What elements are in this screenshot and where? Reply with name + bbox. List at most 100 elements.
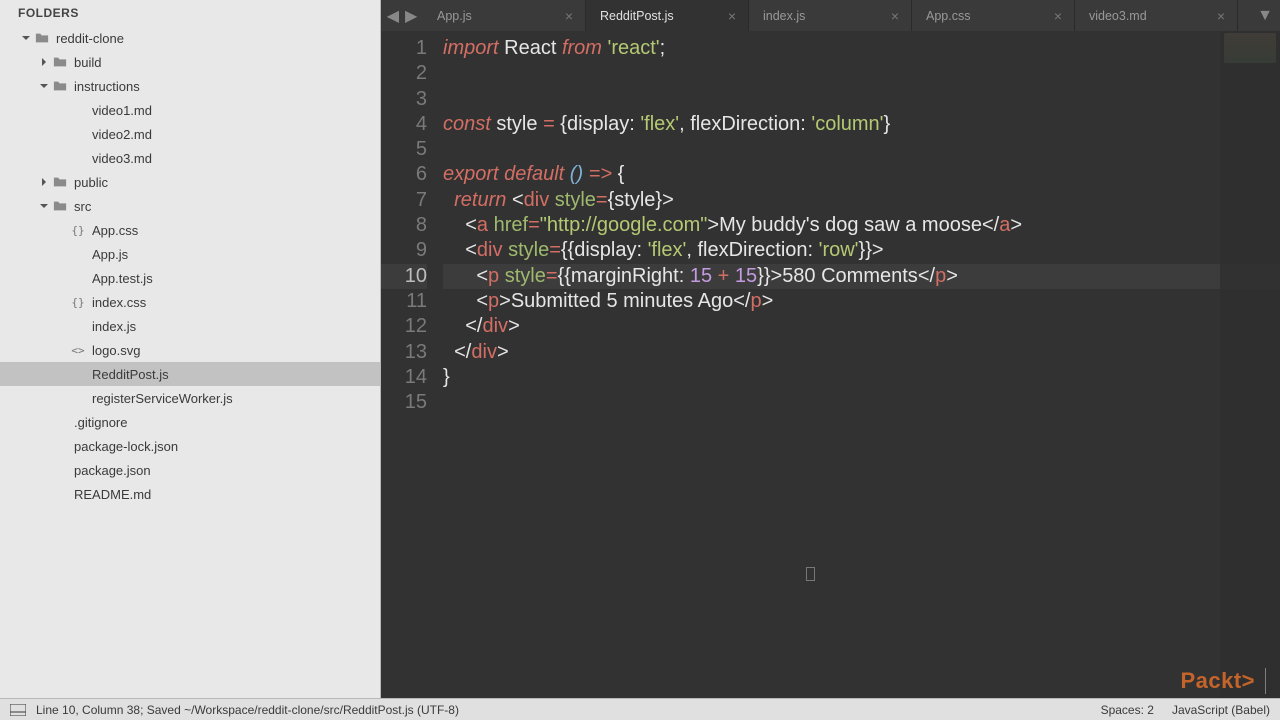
tree-item-package-json[interactable]: package.json xyxy=(0,458,380,482)
code-line[interactable]: </div> xyxy=(443,314,1280,339)
tree-item-label: reddit-clone xyxy=(56,31,124,46)
file-blank-icon xyxy=(70,390,86,406)
tree-item-label: App.js xyxy=(92,247,128,262)
tree-item-label: package-lock.json xyxy=(74,439,178,454)
tree-item-label: README.md xyxy=(74,487,151,502)
folder-icon xyxy=(52,54,68,70)
tab-history-nav: ◀ ▶ xyxy=(381,0,423,31)
line-number: 15 xyxy=(381,390,427,415)
status-language[interactable]: JavaScript (Babel) xyxy=(1172,703,1270,717)
tab-video3-md[interactable]: video3.md× xyxy=(1075,0,1238,31)
tab-redditpost-js[interactable]: RedditPost.js× xyxy=(586,0,749,31)
nav-forward-icon[interactable]: ▶ xyxy=(405,6,417,26)
arrow-spacer xyxy=(38,440,50,452)
arrow-spacer xyxy=(56,392,68,404)
close-icon[interactable]: × xyxy=(1052,8,1064,24)
line-number: 9 xyxy=(381,238,427,263)
tree-item-app-css[interactable]: {}App.css xyxy=(0,218,380,242)
tab-index-js[interactable]: index.js× xyxy=(749,0,912,31)
tree-item-video1-md[interactable]: video1.md xyxy=(0,98,380,122)
status-spaces[interactable]: Spaces: 2 xyxy=(1101,703,1154,717)
tree-item-label: video1.md xyxy=(92,103,152,118)
tree-item-logo-svg[interactable]: <>logo.svg xyxy=(0,338,380,362)
tree-item-registerserviceworker-js[interactable]: registerServiceWorker.js xyxy=(0,386,380,410)
file-blank-icon xyxy=(70,318,86,334)
tree-item-package-lock-json[interactable]: package-lock.json xyxy=(0,434,380,458)
tree-item-video2-md[interactable]: video2.md xyxy=(0,122,380,146)
code-line[interactable]: <p>Submitted 5 minutes Ago</p> xyxy=(443,289,1280,314)
code-line[interactable]: <div style={{display: 'flex', flexDirect… xyxy=(443,238,1280,263)
tab-app-js[interactable]: App.js× xyxy=(423,0,586,31)
line-number: 5 xyxy=(381,137,427,162)
tree-item-build[interactable]: build xyxy=(0,50,380,74)
tree-item-label: instructions xyxy=(74,79,140,94)
code-line[interactable]: import React from 'react'; xyxy=(443,36,1280,61)
code-line[interactable]: </div> xyxy=(443,340,1280,365)
tree-item-label: video3.md xyxy=(92,151,152,166)
close-icon[interactable]: × xyxy=(563,8,575,24)
tree-item-app-test-js[interactable]: App.test.js xyxy=(0,266,380,290)
tab-bar: ◀ ▶ App.js×RedditPost.js×index.js×App.cs… xyxy=(381,0,1280,31)
disclosure-down-icon[interactable] xyxy=(38,200,50,212)
disclosure-right-icon[interactable] xyxy=(38,56,50,68)
tree-item--gitignore[interactable]: .gitignore xyxy=(0,410,380,434)
arrow-spacer xyxy=(38,416,50,428)
tree-item-label: App.css xyxy=(92,223,138,238)
nav-back-icon[interactable]: ◀ xyxy=(387,6,399,26)
line-number: 3 xyxy=(381,87,427,112)
panel-icon[interactable] xyxy=(10,704,26,716)
close-icon[interactable]: × xyxy=(726,8,738,24)
disclosure-right-icon[interactable] xyxy=(38,176,50,188)
tab-overflow-icon[interactable]: ▼ xyxy=(1250,0,1280,31)
tab-label: App.css xyxy=(926,9,970,23)
tree-item-instructions[interactable]: instructions xyxy=(0,74,380,98)
tree-item-redditpost-js[interactable]: RedditPost.js xyxy=(0,362,380,386)
arrow-spacer xyxy=(56,320,68,332)
file-blank-icon xyxy=(70,102,86,118)
code-line[interactable]: <a href="http://google.com">My buddy's d… xyxy=(443,213,1280,238)
code-line[interactable]: export default () => { xyxy=(443,162,1280,187)
tab-app-css[interactable]: App.css × xyxy=(912,0,1075,31)
line-number: 12 xyxy=(381,314,427,339)
code-area[interactable]: 123456789101112131415 import React from … xyxy=(381,31,1280,698)
file-blank-icon xyxy=(52,486,68,502)
close-icon[interactable]: × xyxy=(889,8,901,24)
line-number: 14 xyxy=(381,365,427,390)
arrow-spacer xyxy=(56,128,68,140)
file-tree[interactable]: reddit-clone build instructions video1.md vi… xyxy=(0,26,380,698)
folder-icon xyxy=(52,78,68,94)
tree-item-readme-md[interactable]: README.md xyxy=(0,482,380,506)
line-number: 7 xyxy=(381,188,427,213)
line-number: 13 xyxy=(381,340,427,365)
arrow-spacer xyxy=(56,272,68,284)
file-blank-icon xyxy=(70,150,86,166)
close-icon[interactable]: × xyxy=(1215,8,1227,24)
code-line[interactable] xyxy=(443,61,1280,86)
code-line[interactable]: <p style={{marginRight: 15 + 15}}>580 Co… xyxy=(443,264,1280,289)
minimap[interactable] xyxy=(1220,31,1280,698)
arrow-spacer xyxy=(56,248,68,260)
code-line[interactable] xyxy=(443,137,1280,162)
arrow-spacer xyxy=(56,152,68,164)
tree-item-video3-md[interactable]: video3.md xyxy=(0,146,380,170)
sidebar-title: FOLDERS xyxy=(0,0,380,26)
disclosure-down-icon[interactable] xyxy=(38,80,50,92)
code-line[interactable] xyxy=(443,87,1280,112)
code-line[interactable]: const style = {display: 'flex', flexDire… xyxy=(443,112,1280,137)
tree-item-label: logo.svg xyxy=(92,343,140,358)
code-content[interactable]: import React from 'react'; const style =… xyxy=(437,31,1280,698)
tree-item-src[interactable]: src xyxy=(0,194,380,218)
code-line[interactable]: } xyxy=(443,365,1280,390)
line-number: 10 xyxy=(381,264,427,289)
code-line[interactable] xyxy=(443,390,1280,415)
tree-item-reddit-clone[interactable]: reddit-clone xyxy=(0,26,380,50)
disclosure-down-icon[interactable] xyxy=(20,32,32,44)
tree-item-label: build xyxy=(74,55,101,70)
arrow-spacer xyxy=(56,344,68,356)
code-line[interactable]: return <div style={style}> xyxy=(443,188,1280,213)
tree-item-label: index.css xyxy=(92,295,146,310)
tree-item-index-css[interactable]: {}index.css xyxy=(0,290,380,314)
tree-item-app-js[interactable]: App.js xyxy=(0,242,380,266)
tree-item-index-js[interactable]: index.js xyxy=(0,314,380,338)
tree-item-public[interactable]: public xyxy=(0,170,380,194)
